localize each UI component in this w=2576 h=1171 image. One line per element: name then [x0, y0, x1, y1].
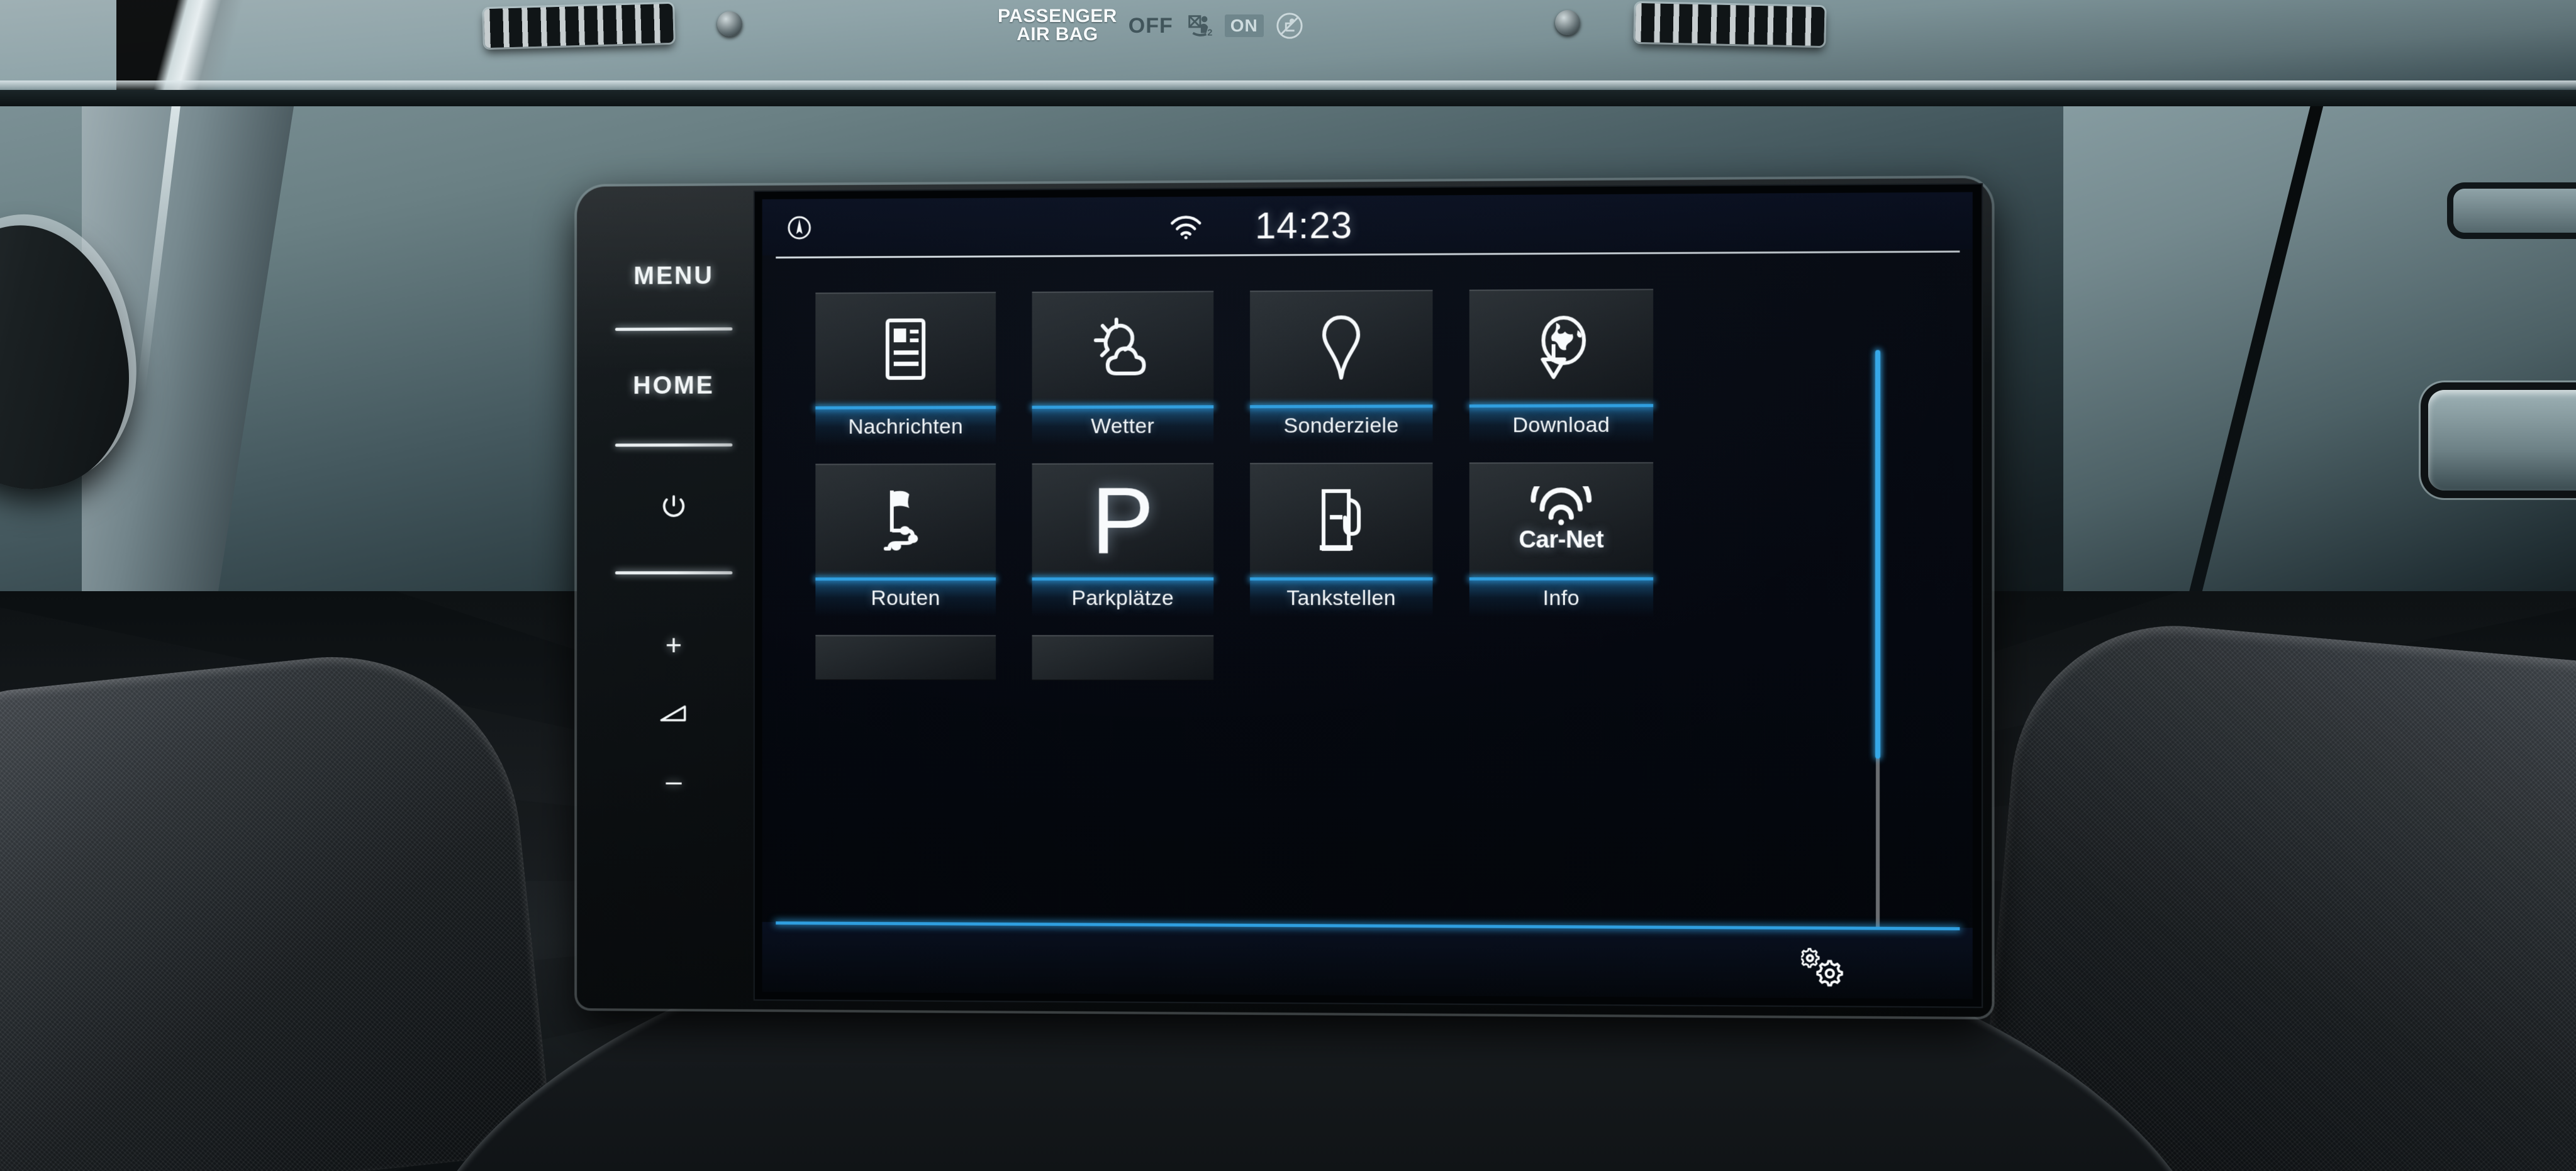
dashboard-photo-scene: PASSENGER AIR BAG OFF 2 ON MENU HOME + –… [0, 0, 2576, 1171]
tile-accent-underline [1032, 577, 1214, 581]
app-tile-routen[interactable]: Routen [815, 463, 996, 619]
app-tile-partial-2[interactable] [1032, 635, 1214, 791]
air-vent-right[interactable] [1635, 3, 1825, 47]
tile-label: Parkplätze [1071, 586, 1174, 610]
child-seat-crossed-icon: 2 [1185, 11, 1213, 40]
tile-label: Tankstellen [1286, 586, 1396, 611]
air-vent-left[interactable] [484, 3, 674, 48]
child-seat-no-icon [1275, 11, 1304, 40]
volume-down-button[interactable]: – [591, 763, 757, 797]
volume-up-label: + [665, 628, 683, 662]
tile-face[interactable] [1032, 635, 1214, 680]
tile-accent-underline [815, 577, 996, 581]
tile-label: Sonderziele [1283, 413, 1399, 438]
lcd-screen[interactable]: 14:23 Nachrichten Wetter Sonderziele Dow… [762, 192, 1973, 999]
hardware-key-column: MENU HOME + – [591, 204, 757, 972]
grid-scrollbar[interactable] [1875, 350, 1881, 928]
home-button[interactable]: HOME [591, 372, 757, 400]
tile-label: Info [1542, 586, 1580, 611]
airbag-on-label: ON [1224, 14, 1264, 37]
infotainment-ui: 14:23 Nachrichten Wetter Sonderziele Dow… [762, 192, 1973, 999]
power-button[interactable] [591, 491, 757, 524]
menu-button[interactable]: MENU [591, 262, 757, 291]
globe-download-icon [1523, 309, 1599, 385]
parking-p-letter: P [1091, 467, 1154, 573]
tile-face[interactable] [815, 463, 996, 578]
app-tile-parkplaetze[interactable]: P Parkplätze [1032, 463, 1214, 619]
map-pin-icon [1303, 309, 1379, 386]
app-tile-download[interactable]: Download [1469, 289, 1654, 446]
lower-left-textured-trim [0, 638, 554, 1171]
app-grid: Nachrichten Wetter Sonderziele Download … [815, 289, 1654, 792]
air-vent-left-knob[interactable] [717, 11, 742, 36]
tile-face[interactable]: P [1032, 463, 1214, 578]
tile-face[interactable] [1469, 289, 1654, 405]
tile-accent-underline [1032, 405, 1214, 409]
home-button-label: HOME [633, 372, 715, 400]
tile-face[interactable] [1250, 462, 1433, 578]
volume-indicator [591, 697, 757, 730]
app-tile-partial-1[interactable] [815, 635, 996, 791]
airbag-title-line1: PASSENGER [998, 6, 1117, 27]
dashboard-upper-highlight-edge [0, 80, 2576, 91]
menu-button-label: MENU [633, 262, 714, 290]
app-grid-viewport[interactable]: Nachrichten Wetter Sonderziele Download … [762, 254, 1973, 928]
dashboard-upper-shadow-line [0, 90, 2576, 106]
tile-label: Download [1512, 413, 1610, 438]
status-clock: 14:23 [1255, 204, 1353, 247]
status-bar: 14:23 [762, 192, 1973, 256]
compass-needle-icon[interactable] [784, 213, 814, 243]
news-article-icon [868, 311, 943, 387]
airbag-off-label: OFF [1128, 13, 1173, 38]
infotainment-head-unit: MENU HOME + – 14:23 Nachrichten Wetter S… [577, 178, 1992, 1017]
car-net-wordmark: Car-Net [1519, 526, 1604, 553]
key-divider-3 [615, 571, 733, 575]
app-tile-nachrichten[interactable]: Nachrichten [815, 292, 996, 448]
app-tile-wetter[interactable]: Wetter [1032, 291, 1214, 447]
tile-face[interactable] [1250, 289, 1433, 406]
tile-accent-underline [1250, 404, 1433, 409]
tile-accent-underline [1469, 577, 1654, 580]
volume-down-label: – [666, 764, 682, 797]
bottom-bar [762, 922, 1973, 999]
fuel-pump-icon [1303, 482, 1379, 558]
sun-cloud-icon [1085, 311, 1160, 386]
tile-accent-underline [1250, 577, 1433, 581]
airbag-title-line2: AIR BAG [1017, 24, 1098, 45]
air-vent-right-knob[interactable] [1555, 10, 1580, 35]
tile-face[interactable]: Car-Net [1469, 462, 1654, 577]
power-icon [657, 491, 689, 524]
key-divider-2 [615, 443, 733, 447]
tile-face[interactable] [1032, 291, 1214, 406]
dashboard-right-upper-recess [2453, 189, 2576, 233]
app-tile-tankstellen[interactable]: Tankstellen [1250, 462, 1433, 619]
svg-text:2: 2 [1207, 28, 1212, 38]
volume-up-button[interactable]: + [591, 628, 757, 662]
app-tile-sonderziele[interactable]: Sonderziele [1250, 289, 1433, 447]
wifi-arcs-icon [1528, 486, 1594, 525]
airbag-title: PASSENGER AIR BAG [998, 6, 1117, 45]
two-gears-icon[interactable] [1801, 947, 1848, 988]
tile-accent-underline [815, 406, 996, 410]
tile-face[interactable] [815, 292, 996, 407]
tile-accent-underline [1469, 404, 1654, 408]
tile-label: Routen [871, 586, 940, 610]
wifi-icon [1168, 213, 1203, 240]
tile-label: Wetter [1091, 414, 1155, 438]
app-tile-info[interactable]: Car-Net Info [1469, 462, 1654, 619]
volume-wedge-icon [657, 698, 689, 731]
car-net-wifi-icon: Car-Net [1519, 486, 1603, 554]
scrollbar-thumb[interactable] [1875, 350, 1881, 759]
tile-label: Nachrichten [848, 414, 963, 439]
tile-face[interactable] [815, 635, 996, 680]
dashboard-right-chrome-recess [2428, 390, 2576, 491]
key-divider-1 [615, 327, 733, 331]
route-flag-icon [868, 483, 943, 558]
passenger-airbag-indicator: PASSENGER AIR BAG OFF 2 ON [998, 3, 1304, 49]
